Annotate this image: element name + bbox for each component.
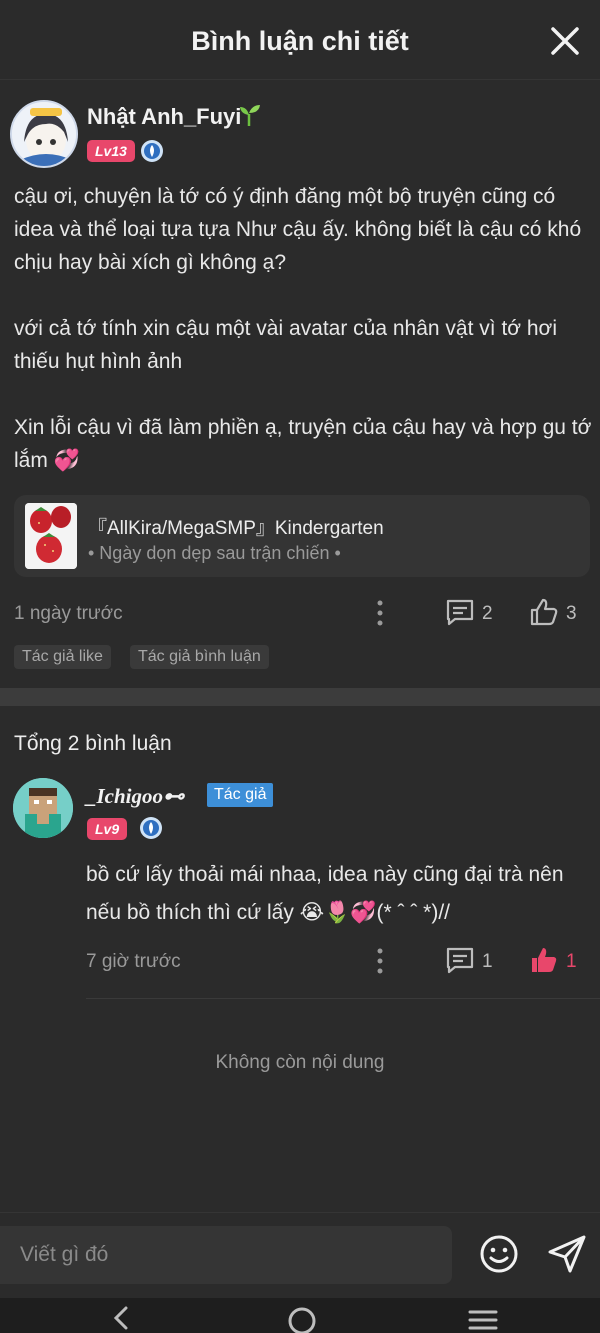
reply-icon[interactable] bbox=[445, 946, 475, 974]
like-count: 3 bbox=[566, 603, 577, 624]
emoji-icon[interactable] bbox=[478, 1233, 520, 1275]
comment-text: cậu ơi, chuyện là tớ có ý định đăng một … bbox=[14, 180, 594, 477]
reply-author-name[interactable]: _Ichigoo⊷ bbox=[86, 784, 184, 809]
replies-total: Tổng 2 bình luận bbox=[14, 732, 172, 755]
avatar[interactable] bbox=[13, 778, 73, 838]
comment-actions: 1 ngày trước 2 3 bbox=[0, 595, 600, 631]
reply-time: 7 giờ trước bbox=[86, 951, 181, 972]
reply-text: bồ cứ lấy thoải mái nhaa, idea này cũng … bbox=[86, 856, 596, 932]
avatar-image bbox=[12, 102, 76, 166]
medal-icon bbox=[141, 140, 163, 162]
author-replied-chip: Tác giả bình luận bbox=[130, 645, 269, 669]
more-options-icon[interactable] bbox=[377, 600, 383, 626]
system-nav-bar bbox=[0, 1298, 600, 1333]
header-bar: Bình luận chi tiết bbox=[0, 0, 600, 80]
reply-count: 2 bbox=[482, 603, 493, 624]
story-title: 『AllKira/MegaSMP』Kindergarten bbox=[88, 518, 384, 539]
comment-input[interactable] bbox=[20, 1226, 440, 1284]
reply-count: 1 bbox=[482, 951, 493, 972]
level-badge: Lv13 bbox=[87, 140, 135, 162]
divider bbox=[86, 998, 600, 999]
more-options-icon[interactable] bbox=[377, 948, 383, 974]
reply-line: bồ cứ lấy thoải mái nhaa, idea này cũng … bbox=[86, 863, 564, 886]
author-tag-badge: Tác giả bbox=[207, 783, 274, 807]
reply-line: nếu bồ thích thì cứ lấy 😭🌷💞(* ˆ ˆ *)// bbox=[86, 901, 451, 924]
reply-icon[interactable] bbox=[445, 598, 475, 626]
chapter-title: • Ngày dọn dẹp sau trận chiến • bbox=[88, 543, 341, 563]
story-thumbnail bbox=[25, 503, 77, 569]
back-icon[interactable] bbox=[110, 1306, 132, 1330]
replies-section: Tổng 2 bình luận _Ichigoo⊷ Tác giả Lv9 b… bbox=[0, 706, 600, 1226]
like-icon[interactable] bbox=[529, 597, 559, 627]
medal-icon bbox=[140, 817, 162, 839]
comment-paragraph: với cả tớ tính xin cậu một vài avatar củ… bbox=[14, 317, 557, 373]
page-title: Bình luận chi tiết bbox=[191, 26, 409, 56]
reply-actions: 7 giờ trước 1 1 bbox=[0, 943, 600, 979]
sprout-icon bbox=[240, 105, 260, 126]
author-liked-chip: Tác giả like bbox=[14, 645, 111, 669]
menu-icon[interactable] bbox=[467, 1306, 499, 1330]
level-badge: Lv9 bbox=[87, 818, 128, 840]
comment-input-container bbox=[0, 1226, 452, 1284]
comment-paragraph: cậu ơi, chuyện là tớ có ý định đăng một … bbox=[14, 185, 582, 274]
comment-paragraph: Xin lỗi cậu vì đã làm phiền ạ, truyện củ… bbox=[14, 416, 592, 472]
author-name[interactable]: Nhật Anh_Fuyi bbox=[87, 104, 241, 130]
like-count: 1 bbox=[566, 951, 577, 972]
section-divider bbox=[0, 688, 600, 706]
story-reference-card[interactable]: 『AllKira/MegaSMP』Kindergarten • Ngày dọn… bbox=[14, 495, 590, 577]
close-icon[interactable] bbox=[548, 24, 582, 58]
end-of-content: Không còn nội dung bbox=[215, 1052, 385, 1073]
comment-time: 1 ngày trước bbox=[14, 603, 123, 624]
home-icon[interactable] bbox=[287, 1306, 317, 1333]
comment-input-bar bbox=[0, 1212, 600, 1298]
avatar[interactable] bbox=[10, 100, 78, 168]
main-comment: Nhật Anh_Fuyi Lv13 cậu ơi, chuyện là tớ … bbox=[0, 80, 600, 688]
avatar-image bbox=[13, 778, 73, 838]
send-icon[interactable] bbox=[546, 1233, 588, 1275]
like-filled-icon[interactable] bbox=[529, 945, 559, 975]
